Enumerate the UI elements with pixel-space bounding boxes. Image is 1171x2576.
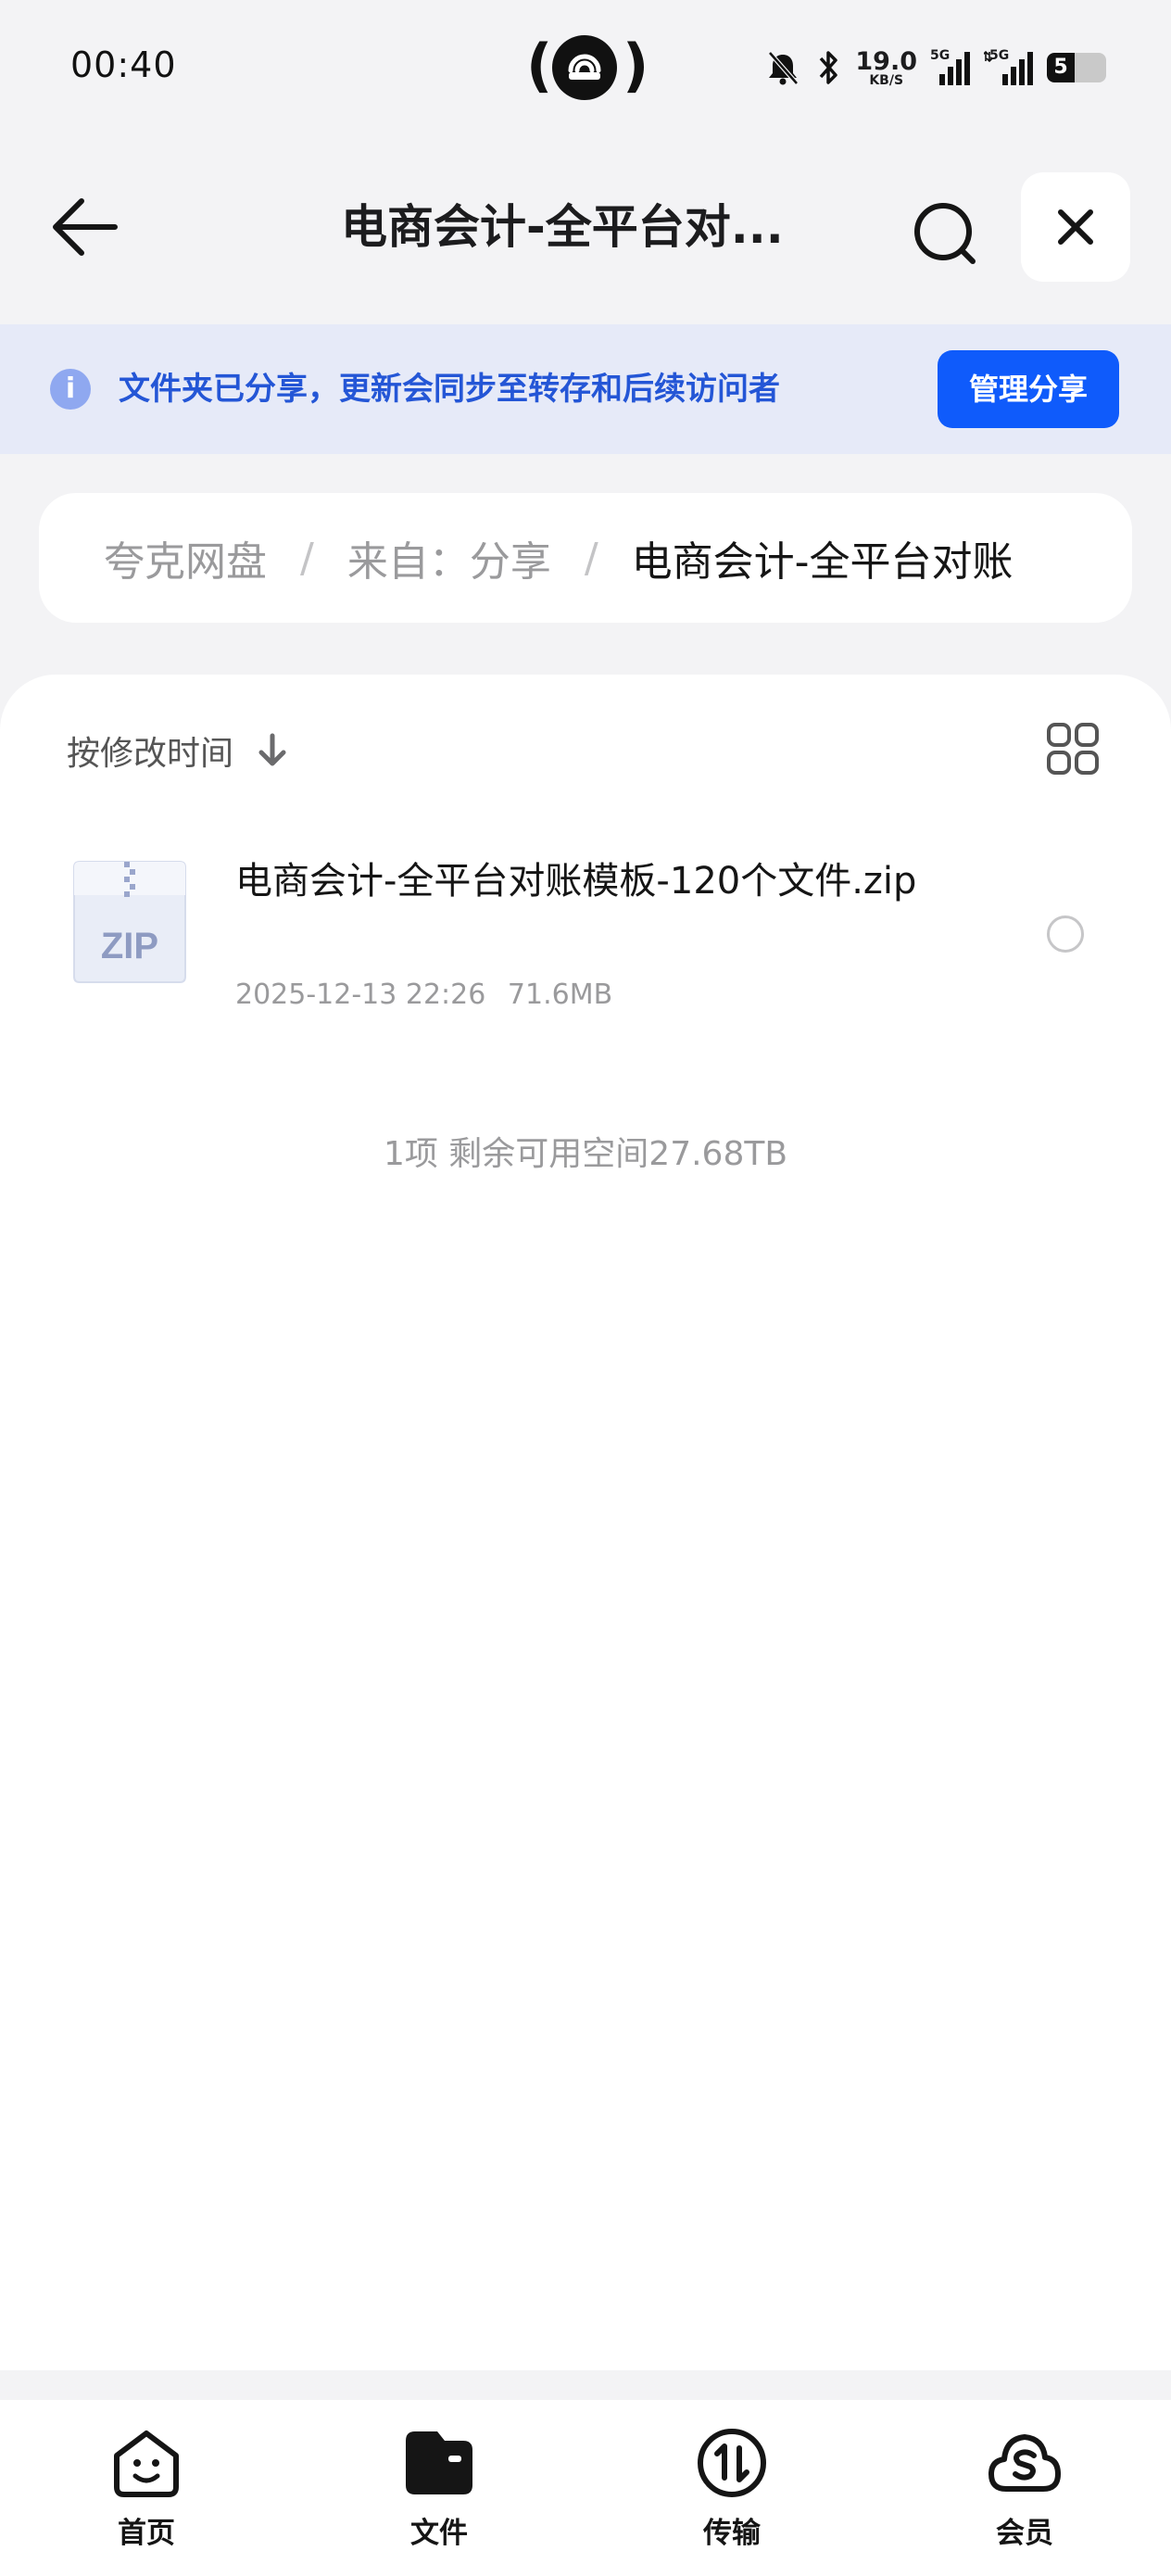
file-list-item[interactable]: ZIP 电商会计-全平台对账模板-120个文件.zip 2025-12-13 2…: [0, 851, 1171, 1027]
status-time: 00:40: [70, 44, 177, 85]
transfer-icon: [698, 2429, 766, 2497]
member-cloud-icon: [988, 2434, 1061, 2492]
close-button[interactable]: [1021, 172, 1130, 282]
file-date: 2025-12-13 22:26: [235, 979, 486, 1011]
search-button[interactable]: [899, 187, 991, 280]
breadcrumb: 夸克网盘 / 来自：分享 / 电商会计-全平台对账: [39, 493, 1132, 623]
nav-item-member[interactable]: 会员: [878, 2400, 1171, 2576]
storage-summary: 1项 剩余可用空间27.68TB: [383, 1135, 788, 1173]
nav-item-files[interactable]: 文件: [293, 2400, 586, 2576]
file-select-checkbox[interactable]: [1047, 915, 1084, 953]
breadcrumb-separator: /: [300, 534, 314, 582]
app-screen: 00:40 ( ) 19.0 KB/S 5G 5G 5 电商会计-全平台对...…: [0, 0, 1171, 2576]
top-bar: 电商会计-全平台对...: [0, 158, 1171, 297]
sort-button[interactable]: 按修改时间: [67, 726, 291, 775]
nav-item-transfer[interactable]: 传输: [586, 2400, 878, 2576]
manage-share-button[interactable]: 管理分享: [938, 350, 1119, 428]
grid-view-icon: [1047, 723, 1099, 775]
breadcrumb-item-shared[interactable]: 来自：分享: [347, 528, 551, 587]
share-notice-banner: i 文件夹已分享，更新会同步至转存和后续访问者 管理分享: [0, 324, 1171, 454]
signal-icon: 5G: [930, 48, 971, 87]
nav-label-member: 会员: [996, 2517, 1053, 2550]
battery-icon: 5: [1047, 53, 1106, 82]
share-notice-text: 文件夹已分享，更新会同步至转存和后续访问者: [119, 371, 780, 408]
breadcrumb-item-root[interactable]: 夸克网盘: [104, 528, 267, 587]
sort-label: 按修改时间: [67, 735, 234, 773]
bluetooth-icon: [820, 51, 838, 84]
file-name: 电商会计-全平台对账模板-120个文件.zip: [235, 860, 917, 903]
hotspot-indicator-icon: ( ): [526, 32, 649, 100]
breadcrumb-item-current: 电商会计-全平台对账: [631, 538, 1014, 586]
back-button[interactable]: [44, 185, 128, 269]
nav-item-home[interactable]: 首页: [0, 2400, 293, 2576]
page-title: 电商会计-全平台对...: [341, 200, 784, 254]
bottom-nav: 首页 文件 传输 会员: [0, 2400, 1171, 2576]
arrow-left-icon: [53, 198, 118, 256]
bell-muted-icon: [768, 51, 800, 85]
arrow-down-icon: [258, 733, 286, 766]
nav-label-transfer: 传输: [703, 2517, 761, 2550]
close-icon: [1058, 209, 1093, 245]
nav-label-files: 文件: [410, 2517, 468, 2550]
file-panel: 按修改时间 ZIP 电商会计-全平台对账模板-120个文件.zip 2025-1…: [0, 675, 1171, 2370]
zip-file-icon: ZIP: [65, 854, 195, 984]
folder-icon: [406, 2431, 472, 2494]
net-speed: 19.0 KB/S: [855, 46, 917, 88]
zip-file-icon-label: ZIP: [101, 926, 158, 966]
signal-2-icon: 5G: [984, 48, 1034, 87]
status-icons: 19.0 KB/S 5G 5G 5: [764, 44, 1106, 91]
grid-view-button[interactable]: [1045, 721, 1101, 777]
search-icon: [914, 203, 976, 264]
file-meta: 2025-12-13 22:26 71.6MB: [235, 979, 612, 1011]
status-bar: 00:40 ( ) 19.0 KB/S 5G 5G 5: [0, 0, 1171, 134]
home-smile-icon: [114, 2431, 179, 2497]
nav-label-home: 首页: [118, 2517, 175, 2550]
info-icon: i: [50, 369, 91, 410]
breadcrumb-separator: /: [584, 534, 598, 582]
file-size: 71.6MB: [507, 979, 613, 1011]
